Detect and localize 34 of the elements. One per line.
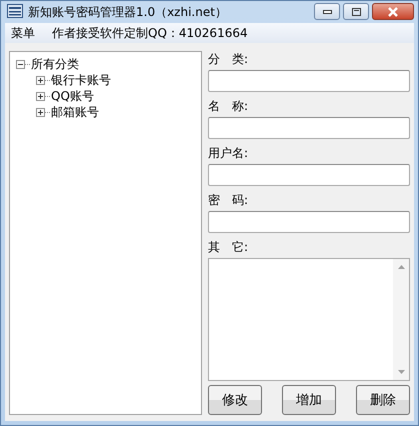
tree-item[interactable]: 所有分类 xyxy=(31,56,79,72)
scrollbar[interactable] xyxy=(393,259,409,380)
field-label: 密 码: xyxy=(208,192,250,208)
window-title: 新知账号密码管理器1.0（xzhi.net） xyxy=(28,4,227,20)
field-label: 分 类: xyxy=(208,51,250,67)
field-label: 其 它: xyxy=(208,239,250,255)
expand-icon[interactable] xyxy=(36,76,45,84)
expand-icon[interactable] xyxy=(36,108,45,116)
scroll-down-icon[interactable] xyxy=(398,370,404,374)
close-button[interactable] xyxy=(372,3,414,20)
app-icon xyxy=(7,4,23,20)
maximize-icon xyxy=(352,8,360,16)
input-field[interactable] xyxy=(208,70,410,92)
maximize-button[interactable] xyxy=(343,3,369,20)
minimize-button[interactable] xyxy=(314,3,340,20)
scroll-up-icon[interactable] xyxy=(398,265,404,269)
close-icon xyxy=(387,6,399,16)
field-label: 名 称: xyxy=(208,98,250,114)
text-area[interactable] xyxy=(208,258,410,381)
minimize-icon xyxy=(322,10,332,14)
input-field[interactable] xyxy=(208,164,410,186)
tree-item[interactable]: 银行卡账号 xyxy=(51,72,111,88)
collapse-icon[interactable] xyxy=(16,60,25,68)
menu-item[interactable]: 作者接受软件定制QQ：410261664 xyxy=(52,24,248,42)
input-field[interactable] xyxy=(208,117,410,139)
tree-item[interactable]: QQ账号 xyxy=(51,88,94,104)
input-field[interactable] xyxy=(208,211,410,233)
field-label: 用户名: xyxy=(208,145,250,161)
action-button[interactable]: 增加 xyxy=(282,385,336,415)
action-button[interactable]: 删除 xyxy=(356,385,410,415)
action-button[interactable]: 修改 xyxy=(208,385,262,415)
tree-item[interactable]: 邮箱账号 xyxy=(51,104,99,120)
expand-icon[interactable] xyxy=(36,92,45,100)
menu-item[interactable]: 菜单 xyxy=(11,24,35,42)
